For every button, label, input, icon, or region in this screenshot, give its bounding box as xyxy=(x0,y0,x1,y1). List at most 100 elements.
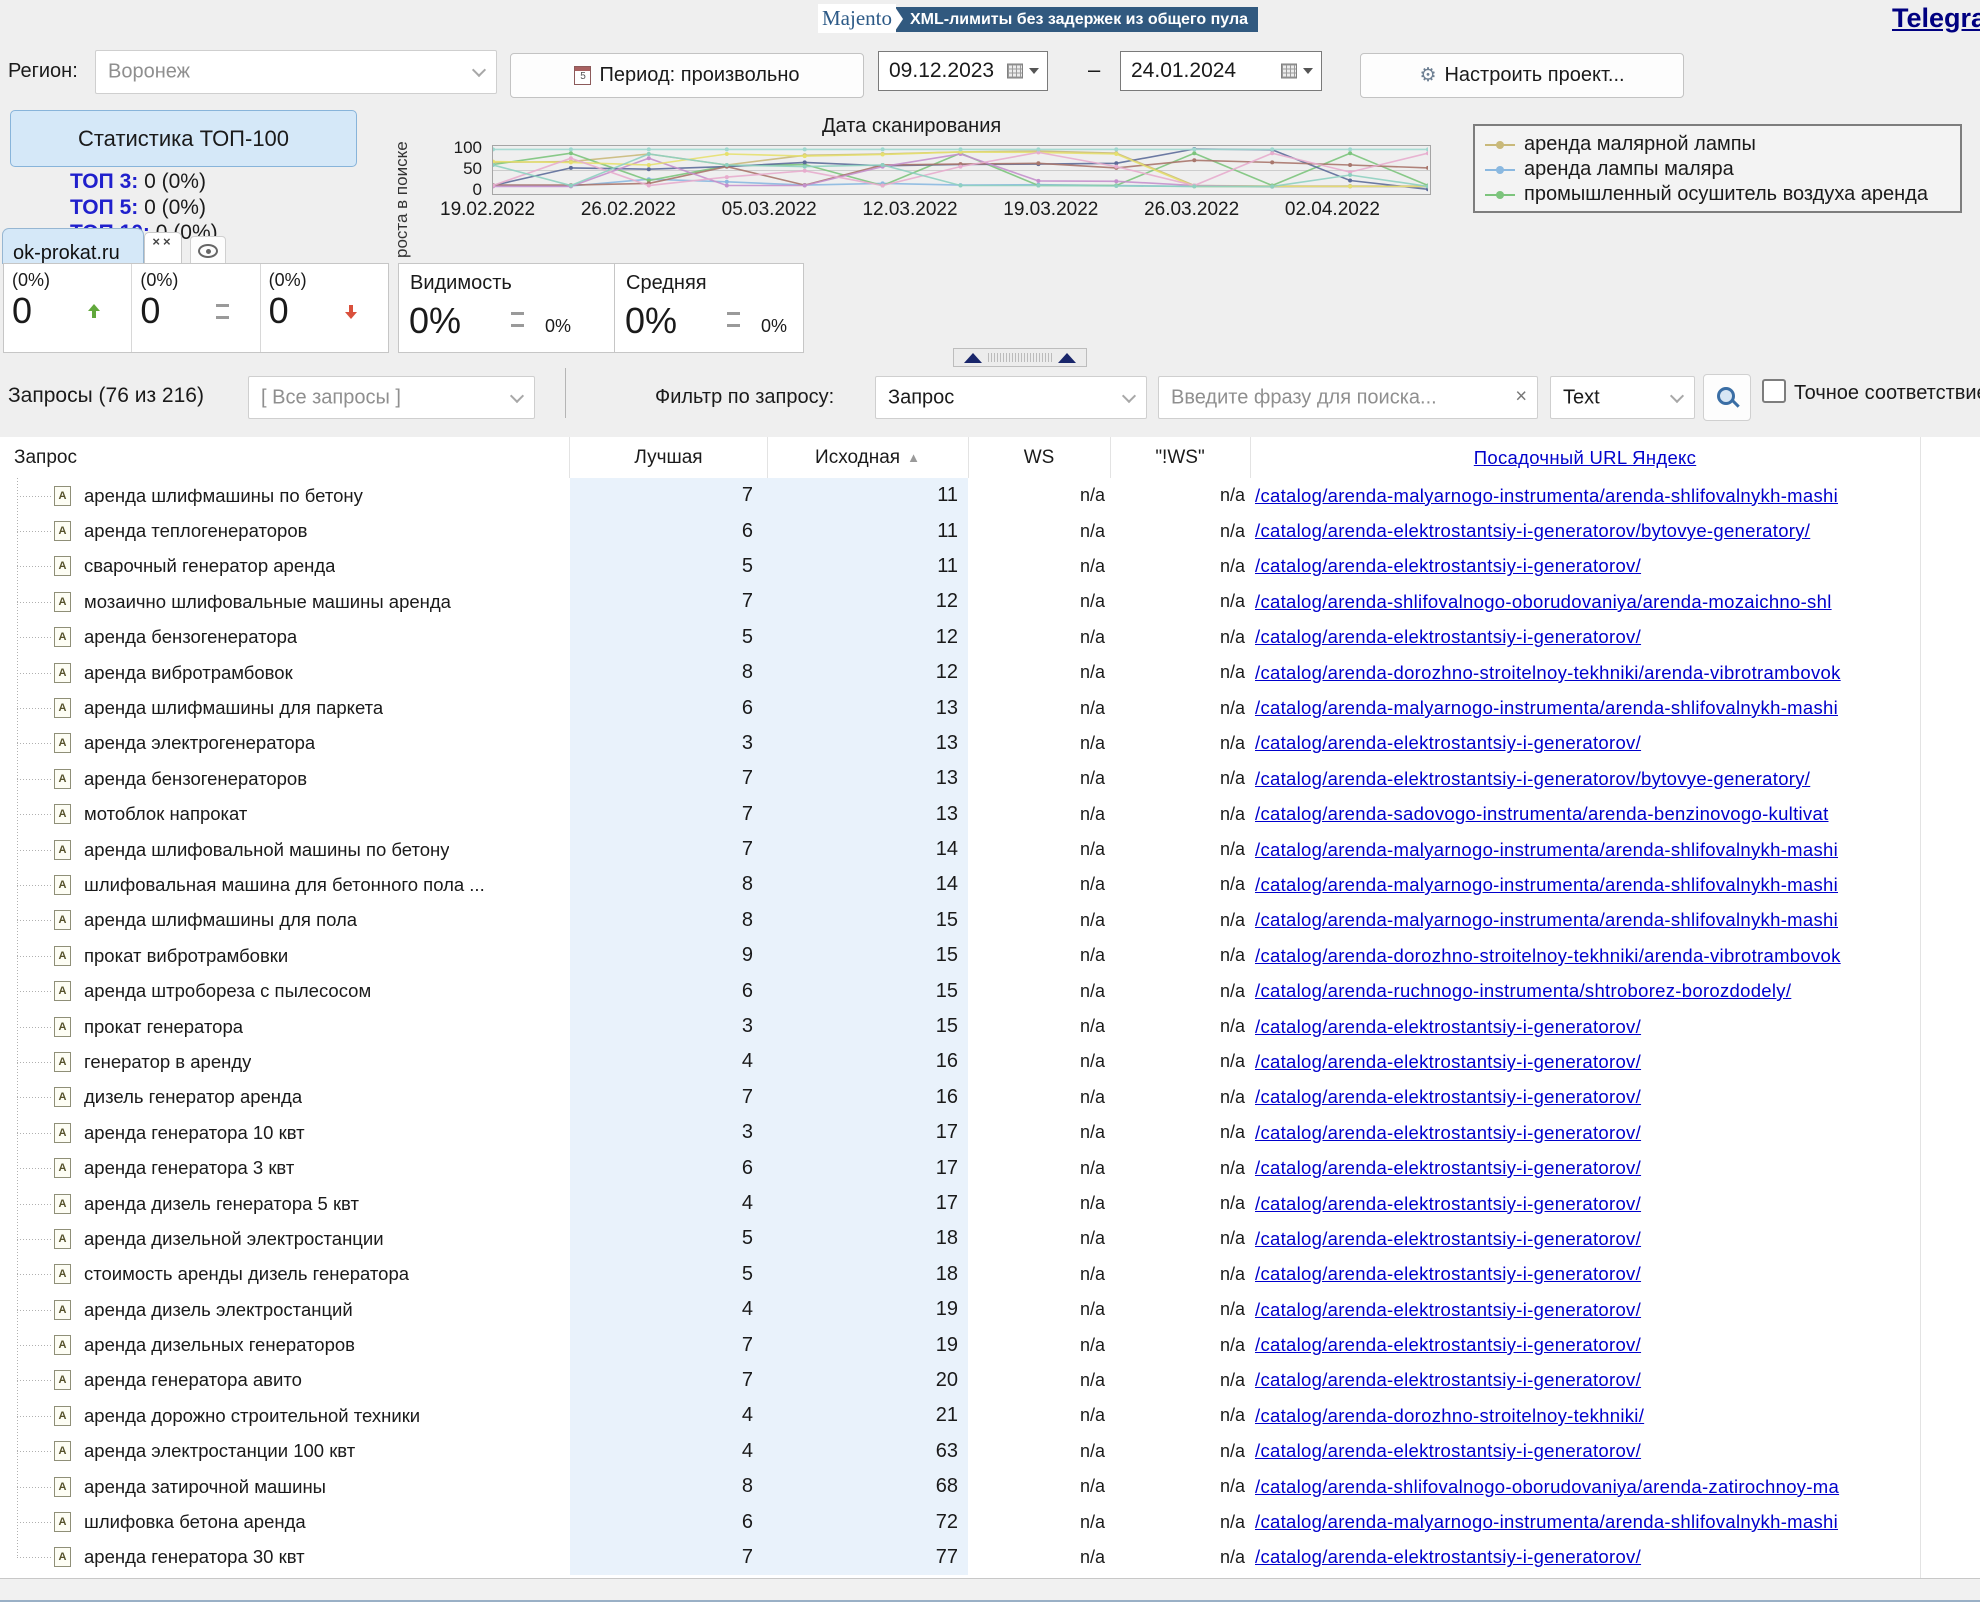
telegram-link[interactable]: Telegram xyxy=(1892,3,1980,34)
query-group-select[interactable]: [ Все запросы ] xyxy=(248,376,535,419)
table-row[interactable]: A шлифовка бетона аренда 6 72 n/a n/a /c… xyxy=(0,1504,1980,1539)
landing-url-link[interactable]: /catalog/arenda-elektrostantsiy-i-genera… xyxy=(1255,1157,1641,1179)
table-row[interactable]: A шлифовальная машина для бетонного пола… xyxy=(0,867,1980,902)
visibility-toggle-button[interactable] xyxy=(190,236,226,265)
region-select[interactable]: Воронеж xyxy=(95,50,497,94)
landing-url-link[interactable]: /catalog/arenda-elektrostantsiy-i-genera… xyxy=(1255,1193,1641,1215)
landing-url-link[interactable]: /catalog/arenda-elektrostantsiy-i-genera… xyxy=(1255,1016,1641,1038)
table-row[interactable]: A аренда дизельной электростанции 5 18 n… xyxy=(0,1221,1980,1256)
table-row[interactable]: A аренда дизельных генераторов 7 19 n/a … xyxy=(0,1327,1980,1362)
table-row[interactable]: A сварочный генератор аренда 5 11 n/a n/… xyxy=(0,549,1980,584)
landing-url-link[interactable]: /catalog/arenda-malyarnogo-instrumenta/a… xyxy=(1255,909,1838,931)
table-row[interactable]: A аренда электрогенератора 3 13 n/a n/a … xyxy=(0,726,1980,761)
landing-url-link[interactable]: /catalog/arenda-elektrostantsiy-i-genera… xyxy=(1255,1334,1641,1356)
filter-type-select[interactable]: Text xyxy=(1550,376,1695,419)
table-row[interactable]: A аренда шлифмашины для паркета 6 13 n/a… xyxy=(0,690,1980,725)
landing-url-link[interactable]: /catalog/arenda-dorozhno-stroitelnoy-tek… xyxy=(1255,1405,1644,1427)
table-row[interactable]: A аренда генератора авито 7 20 n/a n/a /… xyxy=(0,1363,1980,1398)
triangle-up-icon[interactable] xyxy=(1058,353,1076,363)
landing-url-link[interactable]: /catalog/arenda-elektrostantsiy-i-genera… xyxy=(1255,1086,1641,1108)
collapse-panel-control[interactable] xyxy=(953,348,1087,367)
clear-search-icon[interactable]: × xyxy=(1515,385,1527,408)
filter-field-select[interactable]: Запрос xyxy=(875,376,1147,419)
top100-stats-button[interactable]: Статистика ТОП-100 xyxy=(10,110,357,167)
landing-url-link[interactable]: /catalog/arenda-elektrostantsiy-i-genera… xyxy=(1255,555,1641,577)
landing-url-link[interactable]: /catalog/arenda-shlifovalnogo-oborudovan… xyxy=(1255,591,1832,613)
landing-url-link[interactable]: /catalog/arenda-elektrostantsiy-i-genera… xyxy=(1255,1546,1641,1568)
table-row[interactable]: A аренда генератора 3 квт 6 17 n/a n/a /… xyxy=(0,1150,1980,1185)
close-icon[interactable]: × xyxy=(152,234,163,249)
landing-url-link[interactable]: /catalog/arenda-ruchnogo-instrumenta/sht… xyxy=(1255,980,1791,1002)
header-query[interactable]: Запрос xyxy=(0,437,570,478)
table-row[interactable]: A мозаично шлифовальные машины аренда 7 … xyxy=(0,584,1980,619)
landing-url-link[interactable]: /catalog/arenda-elektrostantsiy-i-genera… xyxy=(1255,1299,1641,1321)
table-row[interactable]: A прокат вибротрамбовки 9 15 n/a n/a /ca… xyxy=(0,938,1980,973)
close-icon[interactable]: × xyxy=(163,234,174,249)
header-landing-url[interactable]: Посадочный URL Яндекс xyxy=(1250,437,1921,478)
landing-url-link[interactable]: /catalog/arenda-elektrostantsiy-i-genera… xyxy=(1255,1440,1641,1462)
best-position-value: 7 xyxy=(570,797,767,832)
table-row[interactable]: A стоимость аренды дизель генератора 5 1… xyxy=(0,1257,1980,1292)
majento-logo[interactable]: Majento xyxy=(818,4,896,33)
landing-url-link[interactable]: /catalog/arenda-malyarnogo-instrumenta/a… xyxy=(1255,839,1838,861)
calendar-dropdown-icon[interactable] xyxy=(1303,68,1313,74)
calendar-dropdown-icon[interactable] xyxy=(1029,68,1039,74)
table-row[interactable]: A мотоблок напрокат 7 13 n/a n/a /catalo… xyxy=(0,797,1980,832)
header-best-position[interactable]: Лучшая xyxy=(570,437,768,478)
table-row[interactable]: A аренда затирочной машины 8 68 n/a n/a … xyxy=(0,1469,1980,1504)
table-row[interactable]: A аренда бензогенераторов 7 13 n/a n/a /… xyxy=(0,761,1980,796)
table-row[interactable]: A аренда генератора 30 квт 7 77 n/a n/a … xyxy=(0,1540,1980,1575)
tab-close-buttons[interactable]: ×× xyxy=(144,232,182,264)
table-row[interactable]: A аренда теплогенераторов 6 11 n/a n/a /… xyxy=(0,513,1980,548)
landing-url-link[interactable]: /catalog/arenda-elektrostantsiy-i-genera… xyxy=(1255,520,1810,542)
tree-connector xyxy=(17,920,53,921)
triangle-up-icon[interactable] xyxy=(964,353,982,363)
header-not-ws[interactable]: "!WS" xyxy=(1110,437,1251,478)
table-row[interactable]: A аренда штробореза с пылесосом 6 15 n/a… xyxy=(0,973,1980,1008)
configure-project-button[interactable]: ⚙ Настроить проект... xyxy=(1360,53,1684,98)
panel-splitter[interactable] xyxy=(565,368,566,418)
exact-match-checkbox[interactable] xyxy=(1762,379,1786,403)
landing-url-link[interactable]: /catalog/arenda-elektrostantsiy-i-genera… xyxy=(1255,1122,1641,1144)
landing-url-link[interactable]: /catalog/arenda-elektrostantsiy-i-genera… xyxy=(1255,768,1810,790)
table-row[interactable]: A генератор в аренду 4 16 n/a n/a /catal… xyxy=(0,1044,1980,1079)
table-row[interactable]: A аренда дизель электростанций 4 19 n/a … xyxy=(0,1292,1980,1327)
landing-url-link[interactable]: /catalog/arenda-dorozhno-stroitelnoy-tek… xyxy=(1255,662,1841,684)
landing-url-link[interactable]: /catalog/arenda-elektrostantsiy-i-genera… xyxy=(1255,1369,1641,1391)
landing-url-link[interactable]: /catalog/arenda-malyarnogo-instrumenta/a… xyxy=(1255,697,1838,719)
drag-handle[interactable] xyxy=(988,353,1052,362)
period-button[interactable]: Период: произвольно xyxy=(510,53,864,98)
ws-value: n/a xyxy=(968,513,1110,548)
table-row[interactable]: A аренда бензогенератора 5 12 n/a n/a /c… xyxy=(0,620,1980,655)
date-to-input[interactable]: 24.01.2024 xyxy=(1120,51,1322,91)
table-row[interactable]: A аренда электростанции 100 квт 4 63 n/a… xyxy=(0,1434,1980,1469)
landing-url-link[interactable]: /catalog/arenda-sadovogo-instrumenta/are… xyxy=(1255,803,1829,825)
landing-url-link[interactable]: /catalog/arenda-shlifovalnogo-oborudovan… xyxy=(1255,1476,1839,1498)
landing-url-link[interactable]: /catalog/arenda-elektrostantsiy-i-genera… xyxy=(1255,732,1641,754)
landing-url-link[interactable]: /catalog/arenda-dorozhno-stroitelnoy-tek… xyxy=(1255,945,1841,967)
landing-url-link[interactable]: /catalog/arenda-elektrostantsiy-i-genera… xyxy=(1255,1051,1641,1073)
table-row[interactable]: A аренда дизель генератора 5 квт 4 17 n/… xyxy=(0,1186,1980,1221)
table-row[interactable]: A дизель генератор аренда 7 16 n/a n/a /… xyxy=(0,1080,1980,1115)
table-row[interactable]: A аренда шлифовальной машины по бетону 7… xyxy=(0,832,1980,867)
table-row[interactable]: A аренда шлифмашины для пола 8 15 n/a n/… xyxy=(0,903,1980,938)
table-row[interactable]: A аренда вибротрамбовок 8 12 n/a n/a /ca… xyxy=(0,655,1980,690)
table-row[interactable]: A аренда генератора 10 квт 3 17 n/a n/a … xyxy=(0,1115,1980,1150)
url-cell: /catalog/arenda-elektrostantsiy-i-genera… xyxy=(1250,726,1920,761)
date-from-input[interactable]: 09.12.2023 xyxy=(878,51,1048,91)
project-tab-ok-prokat[interactable]: ok-prokat.ru xyxy=(2,228,144,264)
tree-connector xyxy=(17,1310,53,1311)
header-ws[interactable]: WS xyxy=(968,437,1111,478)
landing-url-link[interactable]: /catalog/arenda-malyarnogo-instrumenta/a… xyxy=(1255,1511,1838,1533)
search-phrase-input[interactable]: Введите фразу для поиска... × xyxy=(1158,376,1538,419)
landing-url-link[interactable]: /catalog/arenda-malyarnogo-instrumenta/a… xyxy=(1255,485,1838,507)
search-button[interactable] xyxy=(1703,374,1751,421)
table-row[interactable]: A прокат генератора 3 15 n/a n/a /catalo… xyxy=(0,1009,1980,1044)
landing-url-link[interactable]: /catalog/arenda-elektrostantsiy-i-genera… xyxy=(1255,626,1641,648)
landing-url-link[interactable]: /catalog/arenda-malyarnogo-instrumenta/a… xyxy=(1255,874,1838,896)
landing-url-link[interactable]: /catalog/arenda-elektrostantsiy-i-genera… xyxy=(1255,1263,1641,1285)
table-row[interactable]: A аренда дорожно строительной техники 4 … xyxy=(0,1398,1980,1433)
table-row[interactable]: A аренда шлифмашины по бетону 7 11 n/a n… xyxy=(0,478,1980,513)
header-initial-position[interactable]: Исходная ▲ xyxy=(767,437,969,478)
landing-url-link[interactable]: /catalog/arenda-elektrostantsiy-i-genera… xyxy=(1255,1228,1641,1250)
